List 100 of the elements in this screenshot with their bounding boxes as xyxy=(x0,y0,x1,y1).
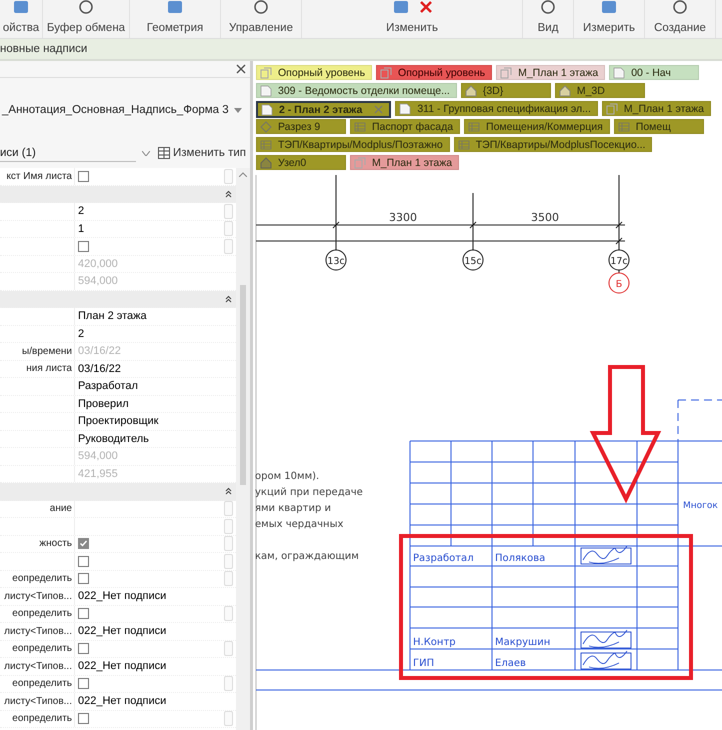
collapse-icon[interactable] xyxy=(225,294,232,303)
title-block-text: Елаев xyxy=(495,658,526,669)
table-icon xyxy=(260,138,272,150)
property-value[interactable]: 2 xyxy=(78,328,84,340)
checkbox[interactable] xyxy=(78,556,89,567)
property-value[interactable]: 022_Нет подписи xyxy=(78,590,166,602)
property-label: ния листа xyxy=(26,363,72,374)
property-value[interactable]: 1 xyxy=(78,222,84,235)
collapse-icon[interactable] xyxy=(225,190,232,198)
dimension-text: 3300 xyxy=(389,211,417,224)
view-tab[interactable]: М_3D xyxy=(554,83,645,98)
note-text: емых чердачных xyxy=(255,519,344,530)
table-icon xyxy=(458,138,470,150)
property-value[interactable]: 022_Нет подписи xyxy=(78,660,166,672)
view-tab[interactable]: Разрез 9 xyxy=(256,119,346,134)
table-icon xyxy=(158,147,170,159)
view-tab[interactable]: 00 - Нач xyxy=(609,65,700,80)
instance-filter-dropdown[interactable]: иси (1) xyxy=(0,144,136,162)
view-tab[interactable]: М_План 1 этажа xyxy=(496,65,606,80)
scroll-up-icon[interactable] xyxy=(239,172,247,177)
grid-bubble: Б xyxy=(608,272,630,294)
view-tab[interactable]: ТЭП/Квартиры/Modplus/Поэтажно xyxy=(256,137,450,152)
title-block-text: Полякова xyxy=(495,553,546,564)
dimension-text: 3500 xyxy=(531,211,559,224)
title-block-text: Многок xyxy=(683,501,718,511)
tool-icon[interactable] xyxy=(11,0,31,16)
view-tab[interactable]: Узел0 xyxy=(256,155,346,170)
plan-icon xyxy=(354,156,366,168)
view-tab[interactable]: {3D} xyxy=(460,83,551,98)
view-tab[interactable]: 2 - План 2 этажа xyxy=(256,101,392,118)
property-value[interactable]: 022_Нет подписи xyxy=(78,625,166,638)
house-icon xyxy=(260,156,272,168)
checkbox[interactable] xyxy=(78,608,89,620)
tool-icon[interactable] xyxy=(391,0,411,16)
tool-icon[interactable] xyxy=(165,0,185,16)
collapse-icon[interactable] xyxy=(225,487,232,496)
property-value[interactable]: 03/16/22 xyxy=(78,362,121,375)
type-selector[interactable]: _Аннотация_Основная_Надпись_Форма 3 xyxy=(0,78,250,142)
property-label: жность xyxy=(39,538,72,550)
dropdown-caret-icon xyxy=(234,108,242,112)
note-text: кам, ограждающим xyxy=(255,551,359,562)
view-tab[interactable]: 309 - Ведомость отделки помеще... xyxy=(256,83,457,98)
property-value[interactable]: Проверил xyxy=(78,398,129,410)
property-label: еопределить xyxy=(12,713,72,724)
property-label: еопределить xyxy=(12,608,72,620)
checkbox[interactable] xyxy=(78,240,89,252)
grid-bubble: 13с xyxy=(326,250,346,270)
checkbox[interactable] xyxy=(78,573,89,584)
tool-icon[interactable] xyxy=(599,0,619,16)
plan-icon xyxy=(260,66,272,78)
checkbox[interactable] xyxy=(78,538,89,550)
property-value[interactable]: Разработал xyxy=(78,380,138,392)
checkbox[interactable] xyxy=(78,678,89,690)
checkbox[interactable] xyxy=(78,713,89,724)
sheet-icon xyxy=(399,102,412,114)
property-label: ы/времени xyxy=(22,346,72,357)
sheet-icon xyxy=(261,104,273,116)
grid-bubble: 15с xyxy=(462,250,484,270)
ribbon-panel-label: Измерить xyxy=(583,22,635,36)
checkbox[interactable] xyxy=(78,643,89,654)
property-value[interactable]: Руководитель xyxy=(78,432,149,445)
view-tab[interactable]: ТЭП/Квартиры/ModplusПосекцио... xyxy=(454,137,652,152)
ribbon-panel-label: Создание xyxy=(654,22,706,36)
property-label: еопределить xyxy=(12,573,72,584)
close-icon[interactable] xyxy=(236,64,246,74)
view-tab[interactable]: М_План 1 этажа xyxy=(602,101,711,116)
context-title: новные надписи xyxy=(0,43,88,55)
house-icon xyxy=(558,84,571,96)
note-text: укций при передаче xyxy=(255,487,363,498)
property-label: еопределить xyxy=(12,678,72,690)
view-tab[interactable]: Опорный уровень xyxy=(376,65,492,80)
sheet-icon xyxy=(260,84,272,96)
ribbon-panel-label: ойства xyxy=(2,22,40,36)
view-tab[interactable]: Помещения/Коммерция xyxy=(464,119,610,134)
title-block-text: Макрушин xyxy=(495,637,550,648)
property-value[interactable]: План 2 этажа xyxy=(78,310,147,322)
property-value[interactable]: Проектировщик xyxy=(78,415,158,428)
property-value[interactable]: 2 xyxy=(78,205,84,218)
ribbon-panel-label: Управление xyxy=(229,22,293,36)
grid-bubble: 17с xyxy=(608,250,630,270)
checkbox[interactable] xyxy=(78,170,89,182)
view-tab[interactable]: Опорный уровень xyxy=(256,65,372,80)
section-icon xyxy=(260,120,272,132)
edit-type-button[interactable]: Изменить тип xyxy=(156,145,248,161)
delete-icon[interactable] xyxy=(419,0,433,14)
table-icon xyxy=(468,120,480,132)
table-icon xyxy=(618,120,630,132)
view-tab[interactable]: Паспорт фасада xyxy=(350,119,460,134)
title-block-text: Н.Контр xyxy=(413,637,456,648)
view-tab[interactable]: 311 - Групповая спецификация эл... xyxy=(395,101,598,116)
table-icon xyxy=(354,120,366,132)
property-label: еопределить xyxy=(12,643,72,654)
title-block-text: ГИП xyxy=(413,658,434,669)
sheet-icon xyxy=(613,66,626,78)
property-value[interactable]: 022_Нет подписи xyxy=(78,695,166,708)
view-tab[interactable]: Помещ xyxy=(614,119,704,134)
scrollbar[interactable] xyxy=(236,168,250,730)
dropdown-caret-icon xyxy=(142,150,150,156)
property-label: ание xyxy=(50,503,72,514)
view-tab[interactable]: М_План 1 этажа xyxy=(350,155,460,170)
